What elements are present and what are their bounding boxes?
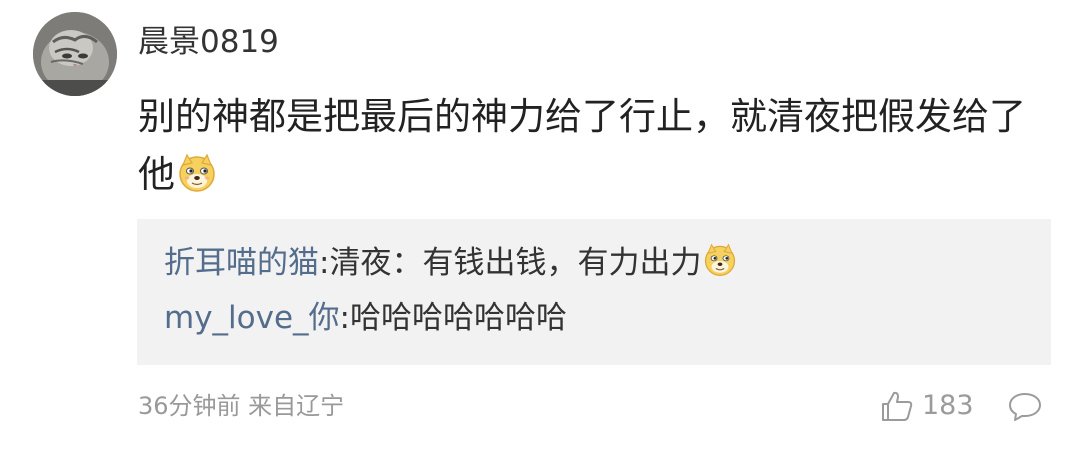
comment-text: 别的神都是把最后的神力给了行止，就清夜把假发给了他 [138,95,1026,196]
reply-username[interactable]: 折耳喵的猫 [164,245,319,281]
reply-item[interactable]: my_love_你:哈哈哈哈哈哈哈 [164,298,567,338]
thumb-up-icon [882,391,913,421]
reply-username[interactable]: my_love_你 [164,300,340,336]
replies-panel[interactable]: 折耳喵的猫:清夜：有钱出钱，有力出力 my_love_你:哈哈哈哈哈哈哈 [137,219,1051,365]
avatar[interactable] [33,12,117,96]
cat-avatar-image [33,12,117,96]
comment-card: 晨景0819 别的神都是把最后的神力给了行止，就清夜把假发给了他 折耳喵的猫:清… [0,0,1080,457]
like-button[interactable]: 183 [880,386,974,426]
like-count: 183 [922,390,974,421]
comment-meta: 36分钟前 来自辽宁 [138,392,345,420]
comment-text-block: 别的神都是把最后的神力给了行止，就清夜把假发给了他 [138,88,1038,204]
doge-emoji [705,243,736,276]
doge-emoji [179,153,215,192]
comment-username[interactable]: 晨景0819 [138,22,279,62]
reply-text: :哈哈哈哈哈哈哈 [339,300,567,336]
reply-item[interactable]: 折耳喵的猫:清夜：有钱出钱，有力出力 [164,243,737,283]
comment-icon[interactable] [1007,391,1043,423]
reply-text: :清夜：有钱出钱，有力出力 [319,245,702,281]
